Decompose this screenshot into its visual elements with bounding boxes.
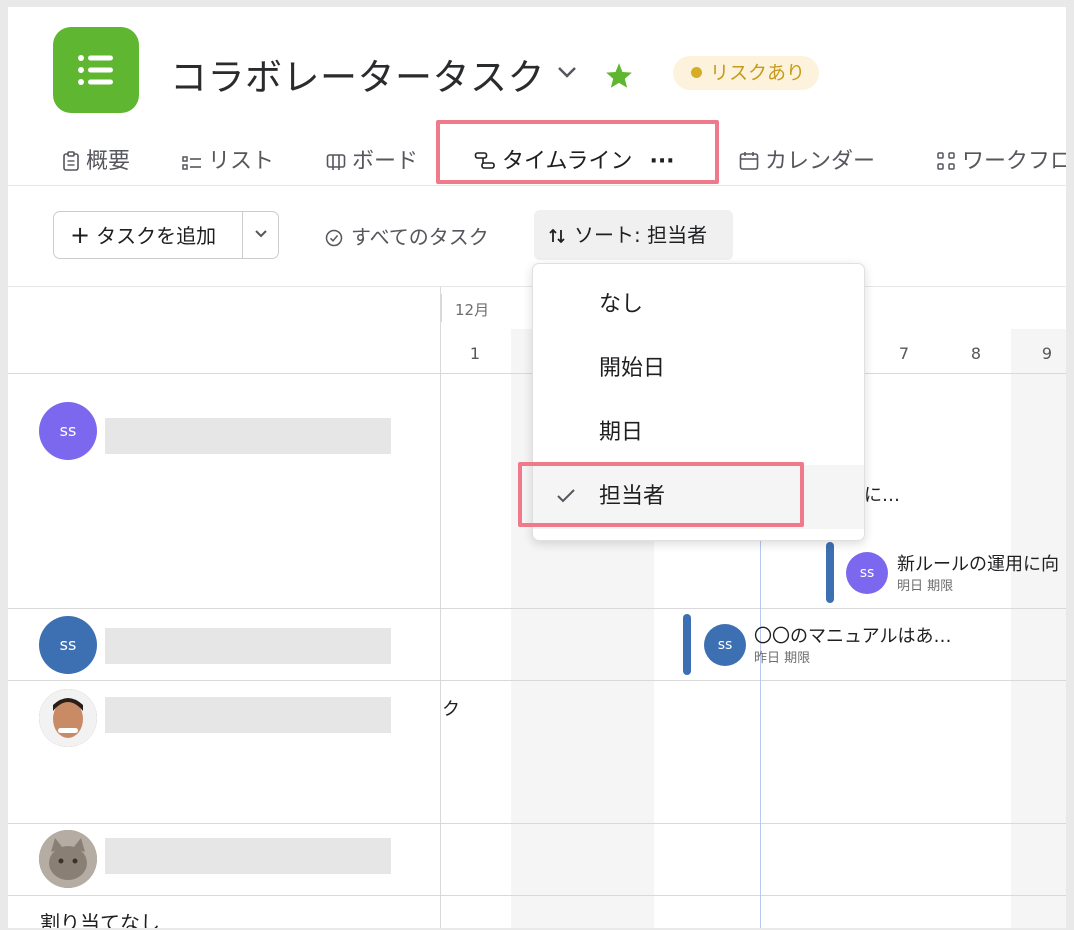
sort-arrows-icon xyxy=(549,228,565,244)
menu-item-label: 開始日 xyxy=(599,356,666,381)
sort-label: ソート: 担当者 xyxy=(574,223,708,247)
tab-list[interactable]: リスト xyxy=(182,143,274,175)
add-task-dropdown-button[interactable] xyxy=(242,212,279,258)
add-task-button-group: + タスクを追加 xyxy=(53,211,279,259)
plus-icon: + xyxy=(70,221,91,249)
tab-calendar[interactable]: カレンダー xyxy=(739,143,875,175)
app-window: コラボレータータスク リスクあり 概要 リスト ボード タイムライン ··· カ… xyxy=(8,7,1066,928)
tab-label: リスト xyxy=(208,149,275,174)
avatar[interactable]: ss xyxy=(39,616,97,674)
row-divider xyxy=(8,608,1066,609)
avatar[interactable]: ss xyxy=(39,402,97,460)
assignee-name-redacted xyxy=(105,418,391,454)
sort-option-none[interactable]: なし xyxy=(533,273,864,337)
task-avatar: ss xyxy=(846,552,888,594)
tabs-divider xyxy=(8,185,1066,186)
timeline-icon xyxy=(474,152,495,169)
project-icon xyxy=(53,27,139,113)
board-icon xyxy=(326,154,346,170)
task-name-truncated[interactable]: に… xyxy=(864,481,900,507)
weekend-shade xyxy=(1011,329,1066,928)
task-name[interactable]: 〇〇のマニュアルはあ… xyxy=(754,622,951,648)
day-label: 1 xyxy=(469,344,481,363)
person-photo-icon xyxy=(39,689,97,747)
tab-workflow[interactable]: ワークフロー xyxy=(936,143,1066,175)
chevron-down-icon[interactable] xyxy=(556,65,578,79)
task-avatar: ss xyxy=(704,624,746,666)
unassigned-label: 割り当てなし xyxy=(40,911,160,928)
avatar-photo[interactable] xyxy=(39,830,97,888)
add-task-label: タスクを追加 xyxy=(96,224,217,248)
sort-option-start-date[interactable]: 開始日 xyxy=(533,337,864,401)
checkmark-icon xyxy=(557,489,575,503)
tab-overview[interactable]: 概要 xyxy=(62,143,130,175)
task-bar[interactable] xyxy=(826,542,834,603)
row-divider xyxy=(8,823,1066,824)
assignee-name-redacted xyxy=(105,697,391,733)
truncated-task-text: ク xyxy=(442,699,460,720)
avatar-photo[interactable] xyxy=(39,689,97,747)
tab-label: カレンダー xyxy=(765,149,876,174)
sort-button[interactable]: ソート: 担当者 xyxy=(534,210,733,260)
sort-option-due-date[interactable]: 期日 xyxy=(533,401,864,465)
tab-more-icon[interactable]: ··· xyxy=(649,149,674,174)
row-divider xyxy=(8,895,1066,896)
project-title[interactable]: コラボレータータスク xyxy=(170,47,545,101)
tab-label: 概要 xyxy=(86,149,131,174)
task-name[interactable]: 新ルールの運用に向 xyxy=(897,550,1059,576)
month-label: 12月 xyxy=(455,301,490,319)
status-label: リスクあり xyxy=(710,62,806,84)
day-label: 8 xyxy=(970,344,982,363)
day-label: 7 xyxy=(898,344,910,363)
all-tasks-label: すべてのタスク xyxy=(351,225,489,249)
row-divider xyxy=(8,680,1066,681)
tab-board[interactable]: ボード xyxy=(326,143,418,175)
day-label: 9 xyxy=(1041,344,1053,363)
cat-photo-icon xyxy=(39,830,97,888)
workflow-icon xyxy=(937,152,955,170)
tab-label: ボード xyxy=(352,149,419,174)
star-icon[interactable] xyxy=(605,62,633,89)
task-bar[interactable] xyxy=(683,614,691,675)
tab-timeline[interactable]: タイムライン ··· xyxy=(474,143,675,175)
status-dot-icon xyxy=(691,67,702,78)
add-task-button[interactable]: + タスクを追加 xyxy=(54,212,242,258)
list-icon xyxy=(182,156,201,170)
menu-item-label: なし xyxy=(599,292,644,317)
check-circle-icon xyxy=(325,229,343,247)
calendar-icon xyxy=(739,152,759,170)
tab-label: タイムライン xyxy=(502,149,633,174)
task-due: 明日 期限 xyxy=(897,579,954,594)
clipboard-icon xyxy=(63,151,79,171)
all-tasks-filter[interactable]: すべてのタスク xyxy=(325,221,489,250)
menu-item-label: 担当者 xyxy=(599,484,666,509)
status-badge[interactable]: リスクあり xyxy=(673,56,820,90)
assignee-name-redacted xyxy=(105,838,391,874)
tab-label: ワークフロー xyxy=(962,149,1066,174)
month-divider xyxy=(441,294,442,322)
menu-item-label: 期日 xyxy=(599,420,644,445)
sort-dropdown-menu: なし 開始日 期日 担当者 xyxy=(532,263,865,541)
task-due: 昨日 期限 xyxy=(754,651,811,666)
sort-option-assignee[interactable]: 担当者 xyxy=(533,465,864,529)
list-icon xyxy=(78,55,113,85)
assignee-name-redacted xyxy=(105,628,391,664)
chevron-down-icon xyxy=(255,230,267,238)
